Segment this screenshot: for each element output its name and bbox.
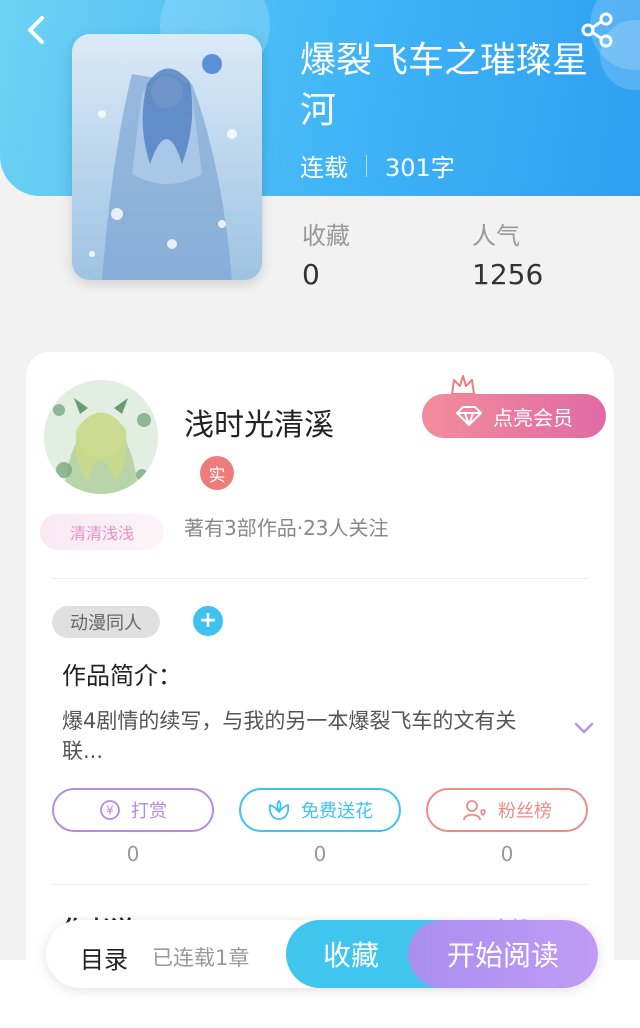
reward-label: 打赏 (131, 801, 167, 822)
toc-button[interactable]: 目录 (80, 940, 128, 975)
crown-icon (451, 375, 475, 395)
fan-rank-icon (463, 800, 486, 821)
add-tag-button[interactable]: + (193, 606, 223, 636)
diamond-icon (456, 406, 482, 426)
chapter-status: 已连载1章 (152, 946, 250, 970)
fan-rank-label: 粉丝榜 (498, 801, 552, 822)
yen-icon: ¥ (100, 800, 120, 820)
fan-count: 0 (500, 842, 514, 866)
back-icon[interactable] (18, 10, 58, 50)
popularity-label: 人气 (472, 222, 520, 250)
author-avatar[interactable] (44, 380, 158, 494)
chevron-down-icon[interactable] (572, 716, 596, 740)
book-title: 爆裂飞车之璀璨星河 (300, 40, 589, 131)
favorites-value: 0 (302, 258, 320, 291)
author-info: 著有3部作品·23人关注 (184, 516, 389, 540)
send-flower-label: 免费送花 (301, 801, 373, 822)
fan-badge: 清清浅浅 (40, 514, 164, 550)
meta-divider (366, 154, 367, 177)
reward-button[interactable]: ¥ 打赏 (52, 788, 214, 832)
favorites-label: 收藏 (302, 222, 350, 250)
svg-text:¥: ¥ (106, 804, 114, 818)
vip-button[interactable]: 点亮会员 (422, 394, 606, 438)
divider (52, 884, 588, 885)
start-reading-button[interactable]: 开始阅读 (408, 920, 598, 988)
bottom-action-bar: 目录 已连载1章 收藏 开始阅读 (46, 920, 598, 988)
send-flower-button[interactable]: 免费送花 (239, 788, 401, 832)
vip-button-label: 点亮会员 (493, 405, 573, 430)
collect-button-label: 收藏 (322, 939, 379, 972)
flower-icon (268, 800, 290, 820)
reward-count: 0 (126, 842, 140, 866)
avatar-illustration (44, 380, 158, 494)
verified-badge: 实 (200, 456, 234, 490)
fan-rank-button[interactable]: 粉丝榜 (426, 788, 588, 832)
word-count: 301字 (385, 154, 455, 182)
intro-heading: 作品简介： (62, 662, 182, 690)
category-tag[interactable]: 动漫同人 (52, 606, 160, 638)
serial-status: 连载 (300, 154, 348, 182)
popularity-value: 1256 (472, 258, 544, 291)
intro-text: 爆4剧情的续写，与我的另一本爆裂飞车的文有关联... (62, 709, 517, 763)
cover-illustration (72, 34, 262, 280)
book-cover[interactable] (72, 34, 262, 280)
book-meta: 连载 301字 (300, 148, 455, 183)
author-name[interactable]: 浅时光清溪 (184, 400, 334, 444)
flower-count: 0 (313, 842, 327, 866)
divider (52, 578, 588, 579)
start-reading-label: 开始阅读 (446, 939, 559, 972)
